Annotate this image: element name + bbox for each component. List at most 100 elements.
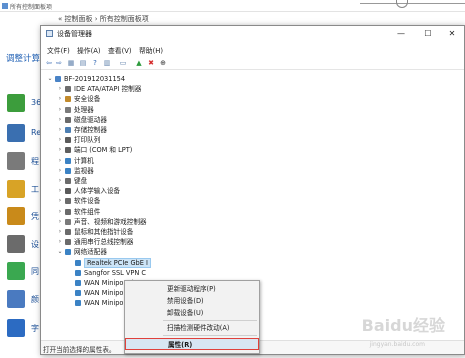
tree-category[interactable]: › 安全设备 [57,94,257,104]
tree-category[interactable]: ⌄ 网络适配器 [57,247,257,257]
menu-uninstall-device[interactable]: 卸载设备(U) [125,307,259,319]
collapse-icon[interactable]: ⌄ [57,247,63,257]
network-adapter-icon [75,269,81,276]
tree-category[interactable]: › 打印队列 [57,135,257,145]
menu-update-driver[interactable]: 更新驱动程序(P) [125,283,259,295]
expand-icon[interactable]: › [57,84,63,94]
tree-root-label: BF-201912031154 [64,75,126,83]
tree-category[interactable]: › 通用串行总线控制器 [57,237,257,247]
expand-icon[interactable]: › [57,115,63,125]
tree-category[interactable]: › 端口 (COM 和 LPT) [57,145,257,155]
expand-icon[interactable]: › [57,105,63,115]
tree-category[interactable]: › 声音、视频和游戏控制器 [57,217,257,227]
background-item-label: 设 [31,240,39,249]
background-item[interactable]: 凭 [5,205,39,227]
view-icon[interactable]: ▥ [103,59,111,67]
tree-category[interactable]: › 人体学输入设备 [57,186,257,196]
display-icon [7,290,25,308]
tree-category[interactable]: › 鼠标和其他指针设备 [57,227,257,237]
tree-category[interactable]: › 磁盘驱动器 [57,115,257,125]
minimize-button[interactable]: — [388,28,414,40]
tree-category-label: 端口 (COM 和 LPT) [74,146,133,155]
tree-category-label: 人体学输入设备 [74,187,121,196]
expand-icon[interactable]: › [57,94,63,104]
help-icon[interactable]: ? [91,59,99,67]
maximize-button[interactable]: ☐ [415,28,441,40]
tree-category-label: 监视器 [74,166,94,175]
background-item[interactable]: 设 [5,233,39,255]
menu-separator [163,320,257,321]
monitor-icon[interactable]: ▭ [119,59,127,67]
background-item-label: 字 [31,324,39,333]
tree-category[interactable]: › 软件组件 [57,207,257,217]
device-manager-icon [46,30,53,37]
background-item[interactable]: 同 [5,260,39,282]
port-icon [65,147,71,154]
monitor-device-icon [65,167,71,174]
expand-icon[interactable]: › [57,125,63,135]
tree-category-label: 通用串行总线控制器 [74,238,134,247]
tree-category-label: 键盘 [74,177,88,185]
tree-category-label: IDE ATA/ATAPI 控制器 [74,85,142,94]
tree-root[interactable]: ⌄ BF-201912031154 [47,74,247,84]
menu-help[interactable]: 帮助(H) [139,45,163,55]
shield-icon [7,94,25,112]
toolbar: ⇦ ⇨ ▦ ▤? ▥ ▭ ▲ ✖ ⊕ [41,56,464,70]
background-divider [360,3,465,4]
menu-disable-device[interactable]: 禁用设备(D) [125,295,259,307]
expand-icon[interactable]: › [57,176,63,186]
tree-category[interactable]: › 监视器 [57,166,257,176]
tree-category[interactable]: › 键盘 [57,176,257,186]
background-item[interactable]: 颜 [5,288,39,310]
list-icon[interactable]: ▤ [79,59,87,67]
expand-icon[interactable]: › [57,166,63,176]
collapse-icon[interactable]: ⌄ [47,74,53,84]
tree-category-label: 打印队列 [74,136,101,145]
sound-icon [65,218,71,225]
menu-properties[interactable]: 属性(R) [125,338,259,350]
tree-category[interactable]: › IDE ATA/ATAPI 控制器 [57,84,257,94]
close-button[interactable]: ✕ [439,28,465,40]
expand-icon[interactable]: › [57,207,63,217]
tree-category-label: 存储控制器 [74,126,107,134]
background-breadcrumb[interactable]: « 控制面板 › 所有控制面板项 [58,14,149,24]
tree-category[interactable]: › 软件设备 [57,196,257,206]
background-item[interactable]: Re [5,122,41,144]
network-adapter-item[interactable]: Realtek PCIe GbE I [67,257,187,268]
properties-icon[interactable]: ▦ [67,59,75,67]
background-item[interactable]: 程 [5,150,39,172]
menu-scan-hardware[interactable]: 扫描检测硬件改动(A) [125,322,259,334]
tree-category[interactable]: › 存储控制器 [57,125,257,135]
tree-category-label: 软件组件 [74,207,101,216]
tree-category-label: 鼠标和其他指针设备 [74,228,134,236]
update-driver-icon[interactable]: ▲ [135,59,143,67]
tree-category[interactable]: › 处理器 [57,105,257,115]
network-adapter-item[interactable]: Sangfor SSL VPN C [67,268,187,278]
expand-icon[interactable]: › [57,237,63,247]
menu-file[interactable]: 文件(F) [47,45,70,55]
scan-download-icon[interactable]: ⊕ [159,59,167,67]
menu-view[interactable]: 查看(V) [108,45,132,55]
print-queue-icon [65,137,71,144]
expand-icon[interactable]: › [57,196,63,206]
background-item[interactable]: 36 [5,92,41,114]
expand-icon[interactable]: › [57,156,63,166]
background-item[interactable]: 工 [5,178,39,200]
credential-icon [7,207,25,225]
expand-icon[interactable]: › [57,145,63,155]
back-arrow-icon[interactable]: ⇦ [45,59,53,67]
expand-icon[interactable]: › [57,135,63,145]
expand-icon[interactable]: › [57,217,63,227]
expand-icon[interactable]: › [57,227,63,237]
tree-category-label: 安全设备 [74,95,101,104]
menu-action[interactable]: 操作(A) [77,45,101,55]
tree-category[interactable]: › 计算机 [57,156,257,166]
uninstall-icon[interactable]: ✖ [147,59,155,67]
expand-icon[interactable]: › [57,186,63,196]
hid-icon [65,188,71,195]
menu-bar: 文件(F) 操作(A) 查看(V) 帮助(H) [41,43,464,56]
disk-drive-icon [65,116,71,123]
forward-arrow-icon[interactable]: ⇨ [55,59,63,67]
background-item[interactable]: 字 [5,317,39,339]
sync-icon [7,262,25,280]
